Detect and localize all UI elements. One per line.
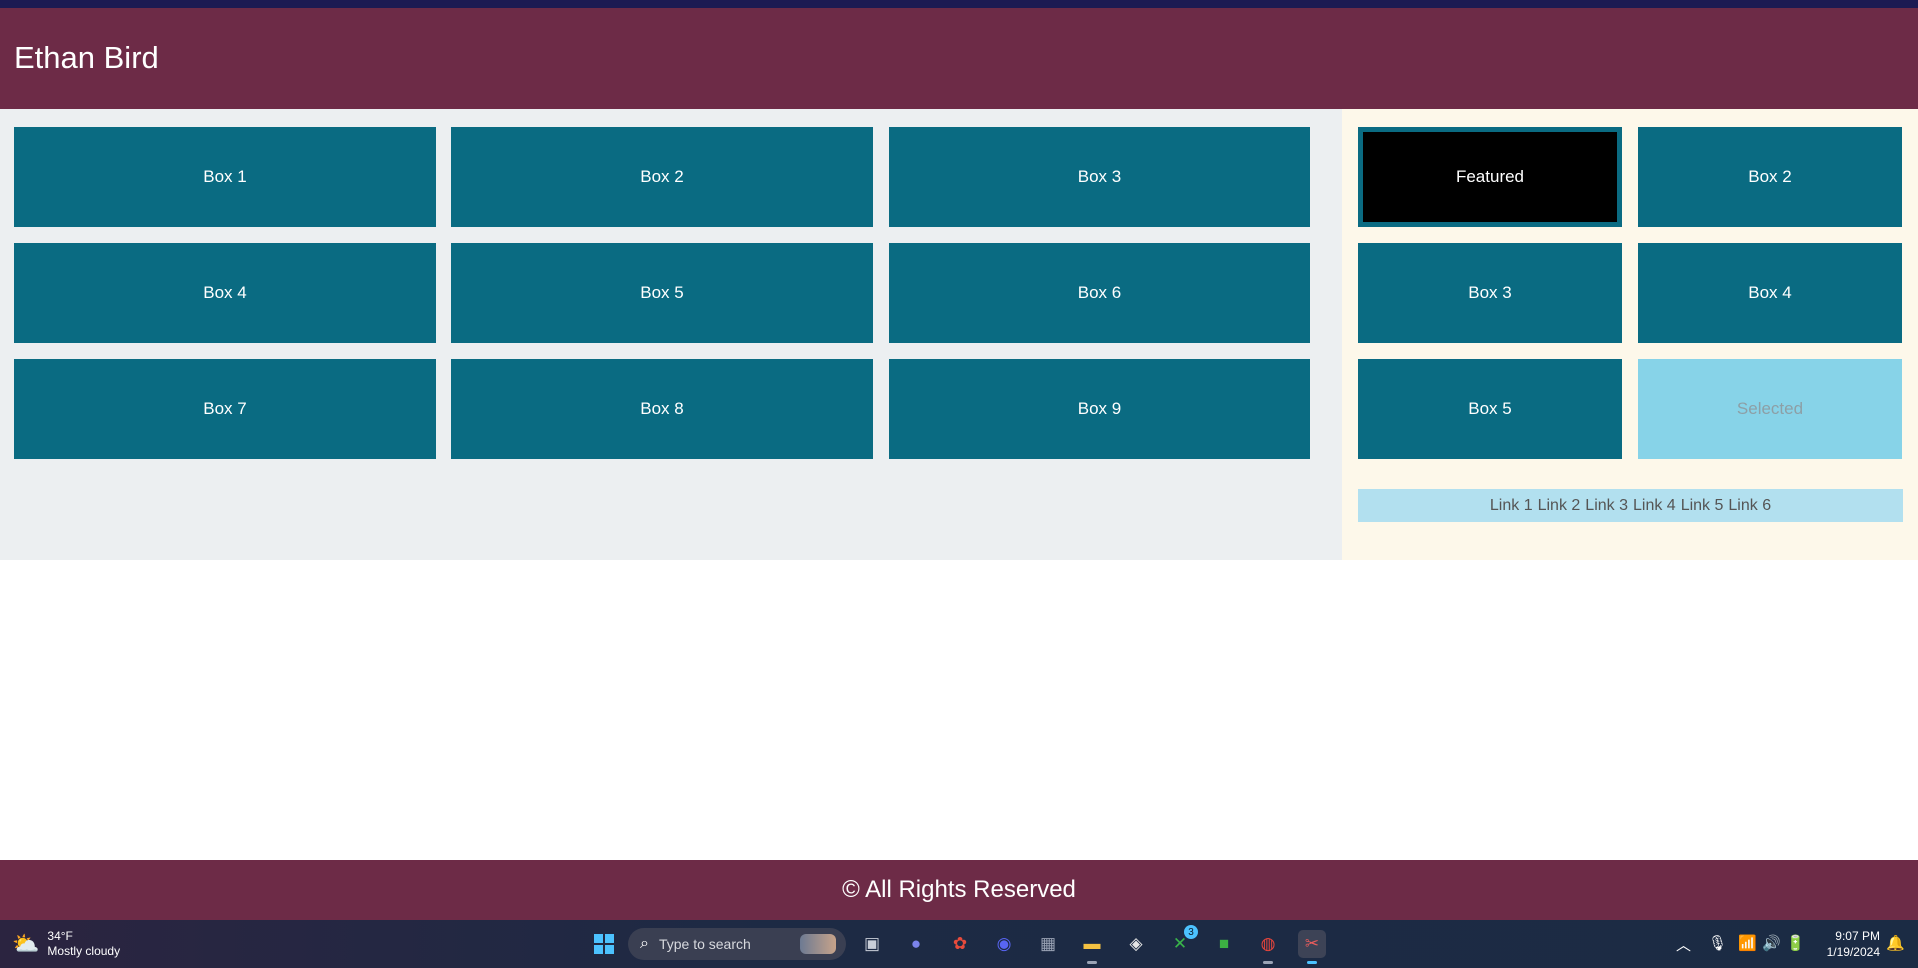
xbox-notification-badge: 3 [1184, 925, 1198, 939]
link-6[interactable]: Link 6 [1728, 497, 1771, 515]
grid-box-7[interactable]: Box 7 [14, 359, 436, 459]
grid-box-8[interactable]: Box 8 [451, 359, 873, 459]
running-indicator [1087, 961, 1097, 964]
running-indicator [1263, 961, 1273, 964]
search-highlight-image [800, 934, 836, 954]
weather-condition: Mostly cloudy [47, 944, 121, 958]
featured-tile[interactable]: Featured [1358, 127, 1622, 227]
grid-box-9[interactable]: Box 9 [889, 359, 1310, 459]
search-placeholder: Type to search [658, 936, 751, 952]
selected-tile[interactable]: Selected [1638, 359, 1902, 459]
grid-box-3[interactable]: Box 3 [889, 127, 1310, 227]
main-grid: Box 1 Box 2 Box 3 Box 4 Box 5 Box 6 Box … [0, 109, 1342, 560]
clock-date: 1/19/2024 [1826, 945, 1880, 959]
sidebar-tile-5[interactable]: Box 5 [1358, 359, 1622, 459]
footer-copyright: © All Rights Reserved [842, 876, 1076, 903]
task-view-icon[interactable]: ▣ [858, 930, 886, 958]
grid-box-1[interactable]: Box 1 [14, 127, 436, 227]
link-3[interactable]: Link 3 [1585, 497, 1628, 515]
taskbar-search[interactable]: ⌕ Type to search [628, 928, 846, 960]
system-clock[interactable]: 9:07 PM 1/19/2024 [1818, 928, 1880, 960]
sidebar-tile-4[interactable]: Box 4 [1638, 243, 1902, 343]
grid-box-2[interactable]: Box 2 [451, 127, 873, 227]
page-header: Ethan Bird [0, 8, 1918, 109]
weather-temp: 34°F [47, 929, 73, 943]
chrome-icon[interactable]: ◍ [1254, 930, 1282, 964]
xbox-icon[interactable]: ✕ 3 [1166, 925, 1198, 958]
link-5[interactable]: Link 5 [1681, 497, 1724, 515]
sidebar-tile-2[interactable]: Box 2 [1638, 127, 1902, 227]
wifi-icon[interactable]: 📶 [1738, 934, 1757, 952]
teams-icon[interactable]: ● [902, 930, 930, 958]
sidebar-tile-3[interactable]: Box 3 [1358, 243, 1622, 343]
calculator-icon[interactable]: ▦ [1034, 930, 1062, 958]
weather-widget[interactable]: ⛅ 34°F Mostly cloudy [12, 929, 120, 959]
cloud-sun-icon: ⛅ [12, 931, 40, 956]
links-bar: Link 1 Link 2 Link 3 Link 4 Link 5 Link … [1358, 489, 1903, 522]
search-icon: ⌕ [640, 935, 649, 952]
file-explorer-icon[interactable]: ▬ [1078, 930, 1106, 964]
discord-icon[interactable]: ◉ [990, 930, 1018, 958]
notification-icon[interactable]: 🔔 [1886, 934, 1905, 952]
windows-taskbar: ⛅ 34°F Mostly cloudy ⌕ Type to search ▣ … [0, 920, 1918, 968]
grid-box-4[interactable]: Box 4 [14, 243, 436, 343]
battery-icon[interactable]: 🔋 [1786, 934, 1805, 952]
chevron-up-icon[interactable]: ︿ [1676, 934, 1691, 955]
volume-icon[interactable]: 🔊 [1762, 934, 1781, 952]
link-1[interactable]: Link 1 [1490, 497, 1533, 515]
microphone-icon[interactable]: 🎙 [1708, 934, 1727, 952]
color-wheel-icon[interactable]: ✿ [946, 930, 974, 958]
windows-start-icon[interactable] [590, 930, 618, 958]
link-2[interactable]: Link 2 [1538, 497, 1581, 515]
minecraft-icon[interactable]: ■ [1210, 930, 1238, 958]
link-4[interactable]: Link 4 [1633, 497, 1676, 515]
grid-box-5[interactable]: Box 5 [451, 243, 873, 343]
clock-time: 9:07 PM [1835, 929, 1880, 943]
active-indicator [1307, 961, 1317, 964]
snipping-tool-icon[interactable]: ✂ [1298, 930, 1326, 964]
page-footer: © All Rights Reserved [0, 860, 1918, 920]
site-title: Ethan Bird [14, 40, 159, 75]
book-icon[interactable]: ◈ [1122, 930, 1150, 958]
top-strip [0, 0, 1918, 8]
grid-box-6[interactable]: Box 6 [889, 243, 1310, 343]
